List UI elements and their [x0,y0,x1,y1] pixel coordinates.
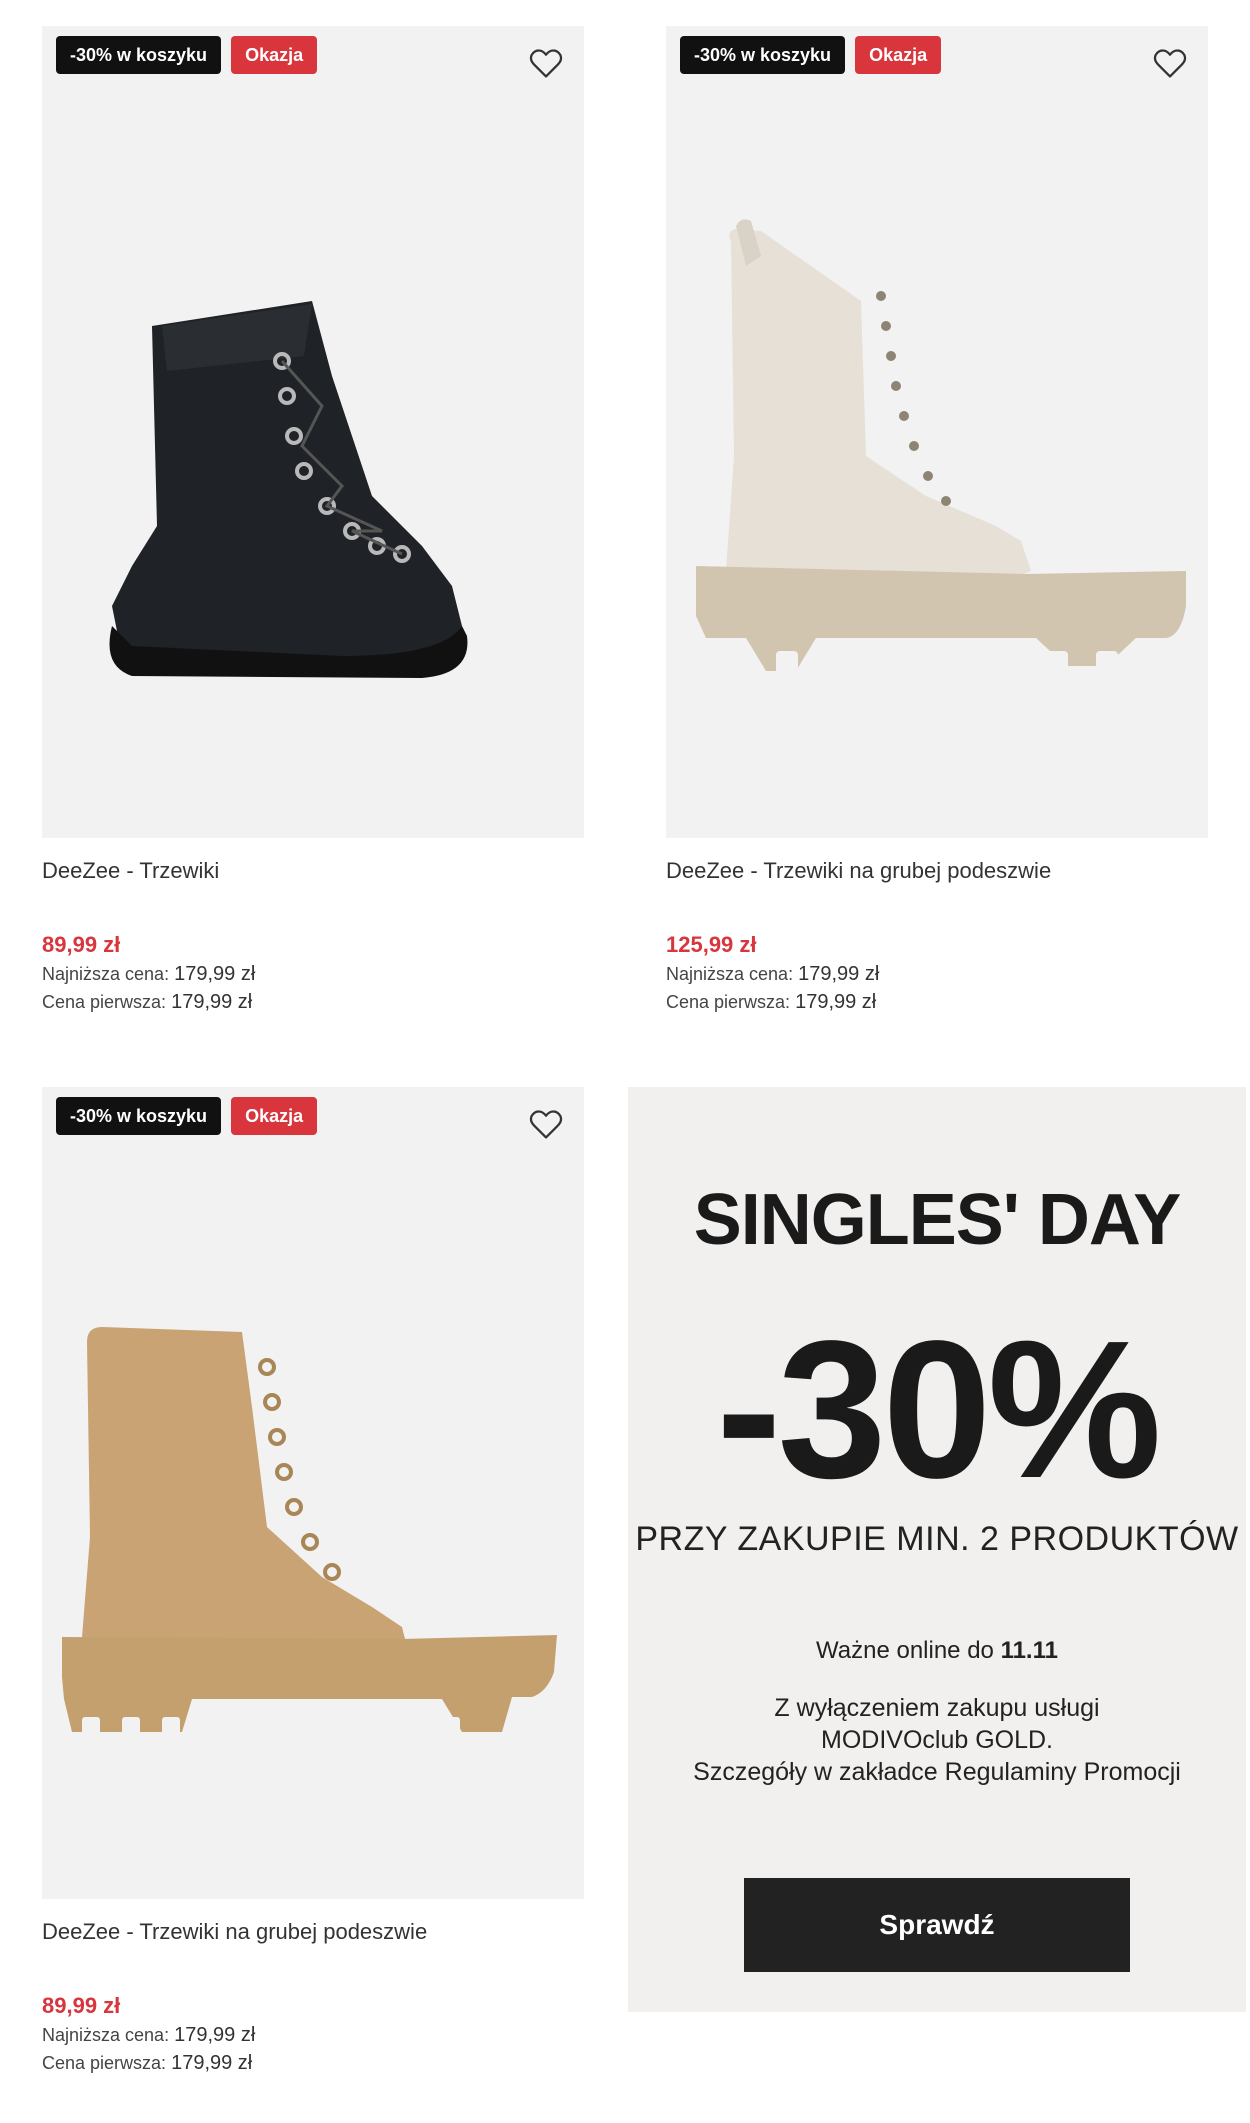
original-price-label: Cena pierwsza: [666,992,791,1012]
validity-prefix: Ważne online do [816,1637,994,1664]
heart-outline-icon [529,49,563,78]
product-price: 125,99 zł [666,932,757,957]
product-card[interactable]: -30% w koszyku Okazja DeeZee - Trzewiki … [42,26,584,1016]
favorite-button[interactable] [1150,44,1190,82]
promo-discount: -30% [716,1300,1162,1519]
original-price-value: 179,99 zł [795,991,877,1013]
favorite-button[interactable] [526,1105,566,1143]
product-name[interactable]: DeeZee - Trzewiki [42,856,584,886]
original-price-row: Cena pierwsza: 179,99 zł [42,988,584,1016]
deal-badge: Okazja [231,36,318,74]
lowest-price-label: Najniższa cena: [42,2025,170,2045]
tan-chunky-boot-image [62,1327,557,1737]
original-price-row: Cena pierwsza: 179,99 zł [666,988,1208,1016]
lowest-price-row: Najniższa cena: 179,99 zł [42,960,584,988]
promo-fine-print: Z wyłączeniem zakupu usługi MODIVOclub G… [628,1692,1246,1788]
lowest-price-value: 179,99 zł [174,963,256,985]
lowest-price-value: 179,99 zł [798,963,880,985]
lowest-price-row: Najniższa cena: 179,99 zł [666,960,1208,988]
lowest-price-label: Najniższa cena: [666,964,794,984]
original-price-label: Cena pierwsza: [42,992,167,1012]
lowest-price-row: Najniższa cena: 179,99 zł [42,2021,584,2049]
product-image[interactable]: -30% w koszyku Okazja [42,26,584,838]
promo-title: SINGLES' DAY [693,1180,1182,1260]
original-price-row: Cena pierwsza: 179,99 zł [42,2049,584,2077]
product-image[interactable]: -30% w koszyku Okazja [666,26,1208,838]
heart-outline-icon [529,1110,563,1139]
promo-banner[interactable]: SINGLES' DAY -30% PRZY ZAKUPIE MIN. 2 PR… [628,1087,1246,2012]
original-price-value: 179,99 zł [171,991,253,1013]
fine-print-line: MODIVOclub GOLD. [821,1726,1053,1754]
black-hiking-boot-image [109,301,468,678]
product-name[interactable]: DeeZee - Trzewiki na grubej podeszwie [666,856,1208,886]
discount-badge: -30% w koszyku [56,36,222,74]
discount-badge: -30% w koszyku [56,1097,222,1135]
favorite-button[interactable] [526,44,566,82]
product-image[interactable]: -30% w koszyku Okazja [42,1087,584,1899]
deal-badge: Okazja [855,36,942,74]
discount-badge: -30% w koszyku [680,36,846,74]
promo-validity: Ważne online do 11.11 [628,1637,1246,1665]
fine-print-line: Szczegóły w zakładce Regulaminy Promocji [693,1758,1181,1786]
product-card[interactable]: -30% w koszyku Okazja DeeZee - Trzewiki … [666,26,1208,1016]
lowest-price-label: Najniższa cena: [42,964,170,984]
fine-print-line: Z wyłączeniem zakupu usługi [774,1694,1100,1722]
deal-badge: Okazja [231,1097,318,1135]
product-name[interactable]: DeeZee - Trzewiki na grubej podeszwie [42,1917,584,1947]
lowest-price-value: 179,99 zł [174,2024,256,2046]
heart-outline-icon [1153,49,1187,78]
original-price-label: Cena pierwsza: [42,2053,167,2073]
product-price: 89,99 zł [42,932,121,957]
original-price-value: 179,99 zł [171,2052,253,2074]
promo-condition: PRZY ZAKUPIE MIN. 2 PRODUKTÓW [635,1520,1239,1558]
beige-chunky-boot-image [696,219,1186,676]
product-price: 89,99 zł [42,1993,121,2018]
check-button[interactable]: Sprawdź [744,1878,1130,1972]
validity-date: 11.11 [1000,1637,1058,1664]
product-card[interactable]: -30% w koszyku Okazja DeeZee - Trzewiki … [42,1087,584,2077]
